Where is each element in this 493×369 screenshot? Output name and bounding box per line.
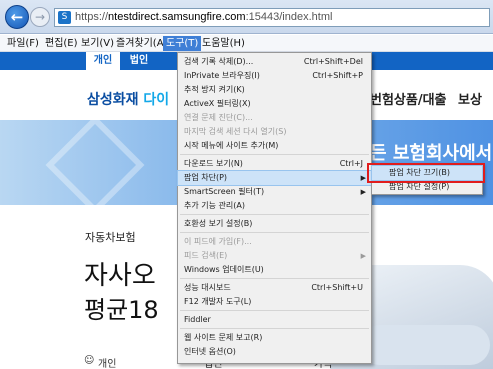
menu-view[interactable]: 보기(V) bbox=[78, 36, 117, 51]
menu-tracking-protection[interactable]: 추적 방지 켜기(K) bbox=[178, 83, 371, 97]
menu-separator bbox=[180, 278, 369, 279]
url-text: https://ntestdirect.samsungfire.com:1544… bbox=[75, 11, 333, 23]
menu-diagnose-connection: 연결 문제 진단(C)... bbox=[184, 113, 253, 122]
menu-separator bbox=[180, 232, 369, 233]
menu-activex-filtering[interactable]: ActiveX 필터링(X) bbox=[178, 97, 371, 111]
url-field[interactable]: S https://ntestdirect.samsungfire.com:15… bbox=[54, 8, 490, 27]
menu-popup-blocker[interactable]: 팝업 차단(P) ▶ bbox=[177, 170, 372, 186]
banner-decoration bbox=[45, 120, 145, 205]
menu-tools[interactable]: 도구(T) bbox=[163, 36, 202, 51]
menu-separator bbox=[180, 214, 369, 215]
menu-separator bbox=[180, 310, 369, 311]
bottom-tab-personal[interactable]: 개인 bbox=[98, 355, 116, 369]
tools-dropdown-menu: 검색 기록 삭제(D)... Ctrl+Shift+Del InPrivate 브… bbox=[177, 52, 372, 364]
menu-bar: 파일(F) 편집(E) 보기(V) 즐겨찾기(A) 도구(T) 도움말(H) bbox=[0, 35, 493, 52]
menu-feed-discovery: 피드 검색(E) ▶ bbox=[178, 249, 371, 263]
site-favicon-icon: S bbox=[58, 11, 71, 24]
red-highlight-box bbox=[367, 163, 485, 183]
forward-arrow-icon: → bbox=[34, 10, 46, 24]
back-arrow-icon: ← bbox=[10, 8, 24, 26]
menu-fiddler[interactable]: Fiddler bbox=[178, 313, 371, 327]
menu-internet-options[interactable]: 인터넷 옵션(O) bbox=[178, 345, 371, 359]
product-label: 자동차보험 bbox=[85, 231, 136, 244]
menu-performance-dashboard[interactable]: 성능 대시보드 Ctrl+Shift+U bbox=[178, 281, 371, 295]
menu-reopen-session: 마지막 검색 세션 다시 열기(S) bbox=[184, 127, 287, 136]
menu-delete-history[interactable]: 검색 기록 삭제(D)... Ctrl+Shift+Del bbox=[178, 55, 371, 69]
site-logo[interactable]: 삼성화재 다이 bbox=[87, 89, 169, 109]
submenu-arrow-icon: ▶ bbox=[360, 188, 366, 196]
menu-favorites[interactable]: 즐겨찾기(A) bbox=[113, 36, 170, 51]
tab-corporate[interactable]: 법인 bbox=[122, 52, 156, 70]
menu-smartscreen[interactable]: SmartScreen 필터(T) ▶ bbox=[178, 185, 371, 199]
menu-windows-update[interactable]: Windows 업데이트(U) bbox=[178, 263, 371, 277]
menu-separator bbox=[180, 328, 369, 329]
menu-help[interactable]: 도움말(H) bbox=[199, 36, 248, 51]
menu-report-website[interactable]: 웹 사이트 문제 보고(R) bbox=[178, 331, 371, 345]
nav-claims[interactable]: 보상 bbox=[458, 89, 482, 108]
headline-line-2: 평균18 bbox=[84, 296, 159, 324]
person-icon: ☺ bbox=[84, 355, 95, 366]
tab-personal[interactable]: 개인 bbox=[86, 52, 120, 70]
submenu-arrow-icon: ▶ bbox=[360, 174, 366, 182]
menu-f12-devtools[interactable]: F12 개발자 도구(L) bbox=[178, 295, 371, 309]
menu-separator bbox=[180, 154, 369, 155]
menu-file[interactable]: 파일(F) bbox=[4, 36, 42, 51]
menu-inprivate[interactable]: InPrivate 브라우징(I) Ctrl+Shift+P bbox=[178, 69, 371, 83]
menu-add-to-start[interactable]: 시작 메뉴에 사이트 추가(M) bbox=[178, 139, 371, 153]
forward-button[interactable]: → bbox=[30, 7, 50, 27]
address-bar-area: ← → S https://ntestdirect.samsungfire.co… bbox=[0, 0, 493, 34]
menu-compatibility-view[interactable]: 호환성 보기 설정(B) bbox=[178, 217, 371, 231]
menu-edit[interactable]: 편집(E) bbox=[42, 36, 81, 51]
headline-line-1: 자사오 bbox=[84, 261, 156, 291]
menu-subscribe-feed: 이 피드에 가입(F)... bbox=[184, 237, 252, 246]
menu-manage-addons[interactable]: 추가 기능 관리(A) bbox=[178, 199, 371, 213]
banner-text: 든 보험회사에서 bbox=[370, 143, 493, 164]
submenu-arrow-icon: ▶ bbox=[360, 252, 366, 260]
back-button[interactable]: ← bbox=[5, 5, 29, 29]
nav-products-loans[interactable]: 번험상품/대출 bbox=[370, 89, 447, 108]
menu-view-downloads[interactable]: 다운로드 보기(N) Ctrl+J bbox=[178, 157, 371, 171]
